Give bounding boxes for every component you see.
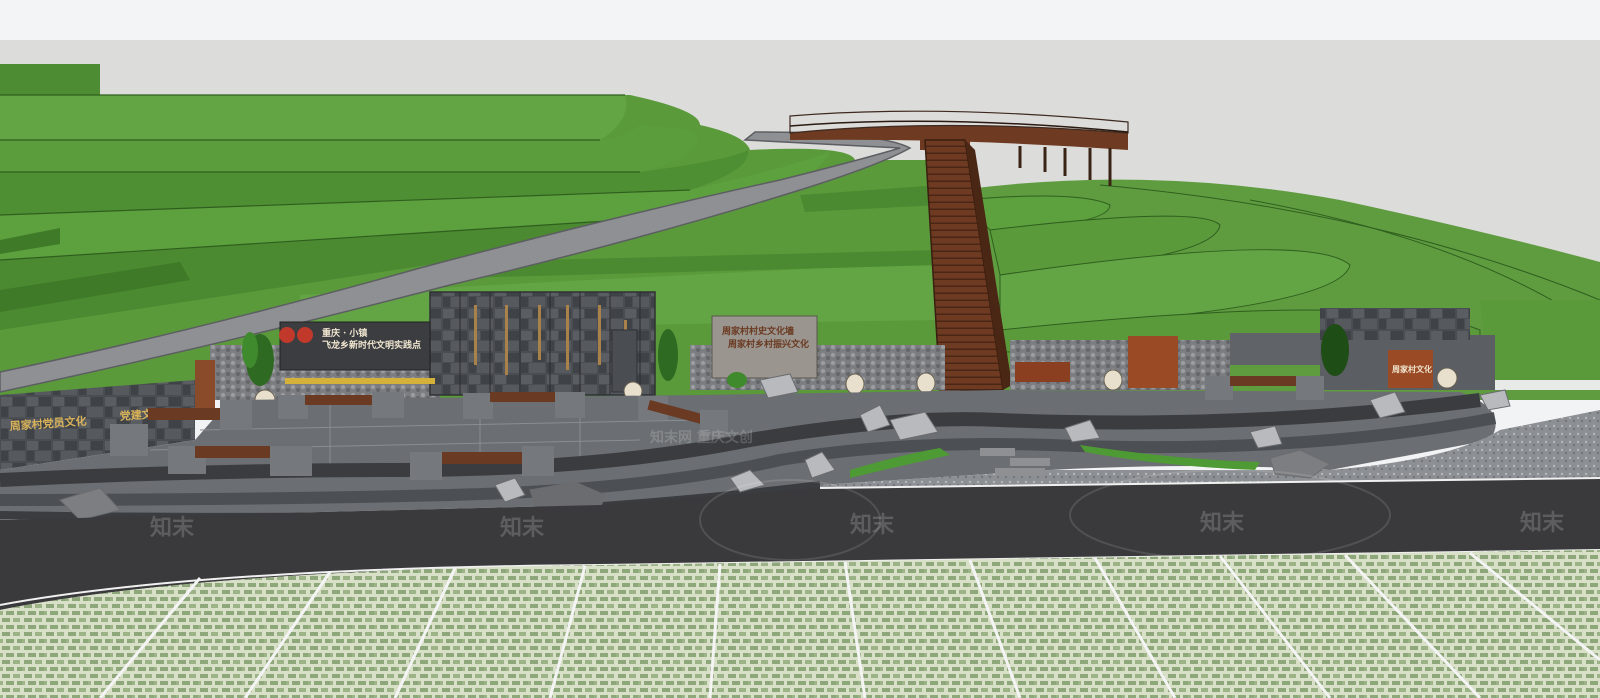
- watermark-3: 知末: [850, 512, 895, 538]
- watermark-5: 知末: [1520, 510, 1565, 536]
- mid-panel-text-2: 周家村乡村振兴文化: [728, 338, 809, 350]
- sign-board-line2: 飞龙乡新时代文明实践点: [322, 339, 421, 351]
- right-panel-text: 周家村文化: [1392, 364, 1432, 374]
- watermark-2: 知末: [500, 515, 545, 541]
- watermark-1: 知末: [150, 515, 195, 541]
- top-bar: [0, 0, 1600, 40]
- mid-panel-text: 周家村村史文化墙: [722, 325, 794, 337]
- mid-sign-panel: 周家村村史文化墙 周家村乡村振兴文化: [711, 315, 818, 379]
- watermark-4: 知末: [1200, 510, 1245, 536]
- sign-board-line1: 重庆 · 小镇: [322, 327, 367, 339]
- watermark-mid: 知末网 重庆文创: [650, 429, 753, 446]
- landscape-render: 重庆 · 小镇 飞龙乡新时代文明实践点 周家村党员文化 党建文化 周家村村史文化…: [0, 0, 1600, 698]
